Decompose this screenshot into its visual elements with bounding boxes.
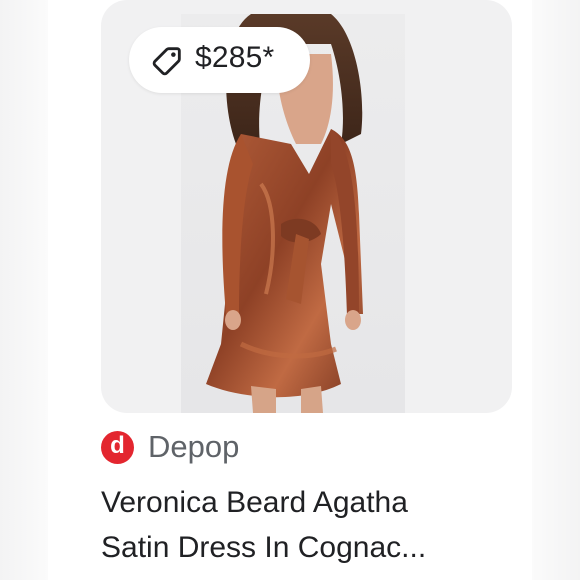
merchant-row[interactable]: d Depop <box>101 427 239 467</box>
product-title[interactable]: Veronica Beard Agatha Satin Dress In Cog… <box>101 480 501 570</box>
product-title-line-1: Veronica Beard Agatha <box>101 486 408 519</box>
price-tag-icon <box>152 47 181 76</box>
left-edge-shadow <box>0 0 48 580</box>
product-card[interactable]: $285* d Depop Veronica Beard Agatha Sati… <box>0 0 580 580</box>
price-label: $285* <box>195 41 275 74</box>
price-badge[interactable]: $285* <box>129 27 310 93</box>
merchant-name: Depop <box>148 429 240 464</box>
product-image-container[interactable]: $285* <box>101 0 512 413</box>
depop-logo-icon: d <box>101 430 134 464</box>
right-edge-shadow <box>532 0 580 580</box>
product-title-line-2: Satin Dress In Cognac... <box>101 531 427 564</box>
